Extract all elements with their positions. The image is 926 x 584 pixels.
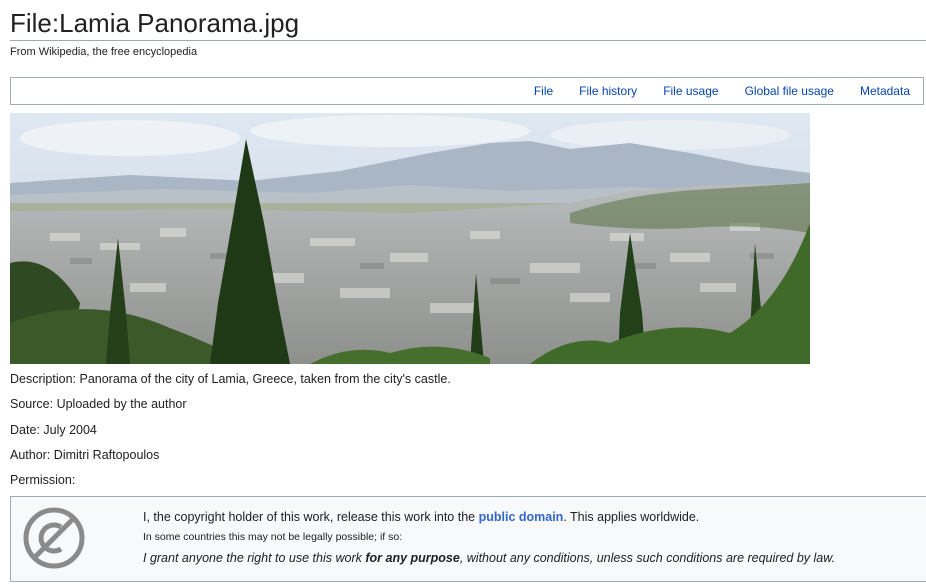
description-label: Description: (10, 372, 76, 386)
page-title: File:Lamia Panorama.jpg (10, 6, 926, 41)
file-tabs: File File history File usage Global file… (521, 78, 923, 104)
license-purpose-text: for any purpose (365, 551, 460, 565)
description-row: Description: Panorama of the city of Lam… (10, 372, 451, 386)
permission-label: Permission: (10, 473, 76, 487)
license-box: I, the copyright holder of this work, re… (10, 496, 926, 582)
tab-metadata[interactable]: Metadata (860, 84, 910, 98)
source-row: Source: Uploaded by the author (10, 397, 187, 411)
tab-file-usage[interactable]: File usage (663, 84, 718, 98)
tab-file-history[interactable]: File history (579, 84, 637, 98)
source-value: Uploaded by the author (56, 397, 187, 411)
license-worldwide-text: . This applies worldwide. (563, 510, 700, 524)
license-line-release: I, the copyright holder of this work, re… (143, 509, 923, 525)
author-label: Author: (10, 448, 51, 462)
date-label: Date: (10, 423, 40, 437)
license-grant-text: I grant anyone the right to use this wor… (143, 551, 362, 565)
public-domain-icon (23, 507, 85, 569)
permission-row: Permission: (10, 473, 75, 487)
license-release-text: I, the copyright holder of this work, re… (143, 510, 476, 524)
public-domain-link[interactable]: public domain (479, 510, 564, 524)
license-line-note: In some countries this may not be legall… (143, 531, 403, 543)
author-row: Author: Dimitri Raftopoulos (10, 448, 159, 462)
date-row: Date: July 2004 (10, 423, 97, 437)
tab-file[interactable]: File (534, 84, 553, 98)
date-value: July 2004 (43, 423, 97, 437)
file-tab-bar: File File history File usage Global file… (10, 77, 924, 105)
license-text: I, the copyright holder of this work, re… (143, 509, 923, 566)
author-value: Dimitri Raftopoulos (53, 448, 160, 462)
license-conditions-text: , without any conditions, unless such co… (459, 551, 836, 565)
description-value: Panorama of the city of Lamia, Greece, t… (79, 372, 451, 386)
tab-global-file-usage[interactable]: Global file usage (745, 84, 834, 98)
panorama-image[interactable] (10, 113, 810, 364)
source-label: Source: (10, 397, 54, 411)
license-line-grant: I grant anyone the right to use this wor… (143, 550, 923, 566)
site-tagline: From Wikipedia, the free encyclopedia (10, 46, 198, 58)
